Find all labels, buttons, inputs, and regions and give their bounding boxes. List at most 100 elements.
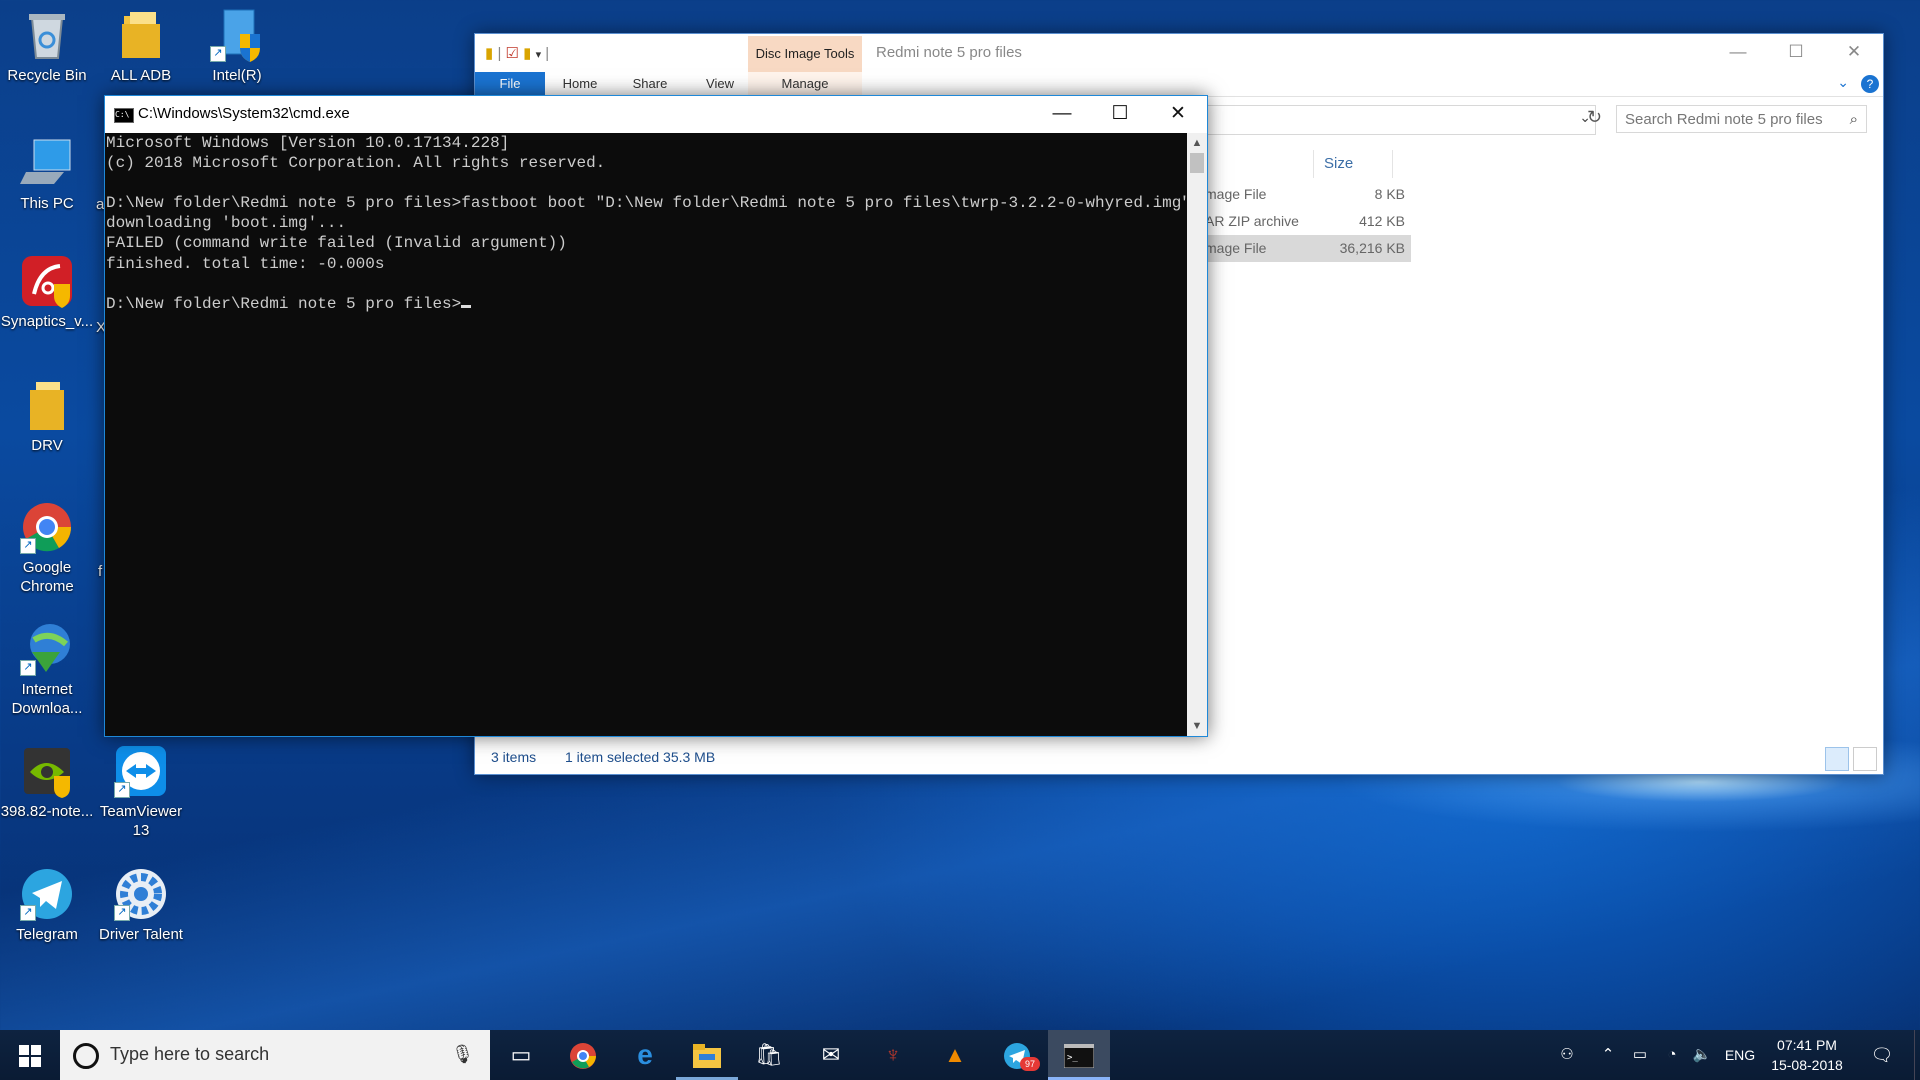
task-view-icon[interactable]: ▭: [490, 1030, 552, 1080]
svg-text:>_: >_: [1067, 1053, 1078, 1063]
synaptics-icon: [20, 254, 74, 308]
desktop-icon-telegram[interactable]: ↗ Telegram: [0, 867, 94, 944]
maximize-button[interactable]: ☐: [1767, 34, 1825, 70]
cmd-app-icon: C:\: [114, 108, 134, 123]
telegram-icon: ↗: [20, 867, 74, 921]
file-explorer-icon[interactable]: [676, 1030, 738, 1080]
mail-icon[interactable]: ✉: [800, 1030, 862, 1080]
driver-talent-icon: ↗: [114, 867, 168, 921]
properties-icon[interactable]: ☑: [506, 45, 519, 62]
volume-icon[interactable]: 🔈: [1688, 1030, 1716, 1080]
taskbar-chrome-icon[interactable]: [552, 1030, 614, 1080]
file-type: mage File: [1205, 240, 1267, 256]
scroll-down-arrow-icon[interactable]: ▼: [1187, 716, 1207, 736]
desktop-icon-label: This PC: [20, 195, 74, 212]
tab-share[interactable]: Share: [615, 72, 685, 96]
desktop-icon-synaptics[interactable]: Synaptics_v...: [0, 254, 94, 331]
cmd-titlebar[interactable]: C:\ C:\Windows\System32\cmd.exe — ☐ ✕: [105, 96, 1207, 133]
minimize-button[interactable]: —: [1709, 34, 1767, 70]
desktop-icon-internet-download-manager[interactable]: ↗ Internet Downloa...: [0, 622, 94, 718]
new-folder-icon[interactable]: ▮: [523, 45, 531, 62]
shortcut-arrow-icon: ↗: [114, 905, 130, 921]
console-output[interactable]: Microsoft Windows [Version 10.0.17134.22…: [105, 133, 1186, 736]
file-row-selected[interactable]: mage File 36,216 KB: [1205, 235, 1411, 262]
console-line: downloading 'boot.img'...: [106, 214, 347, 233]
desktop-icon-label: 398.82-note...: [0, 803, 94, 820]
details-view-icon[interactable]: [1825, 747, 1849, 771]
predator-icon[interactable]: ♆: [862, 1030, 924, 1080]
console-prompt-line[interactable]: D:\New folder\Redmi note 5 pro files>: [106, 294, 1186, 314]
search-placeholder: Type here to search: [110, 1044, 270, 1064]
desktop-icon-this-pc[interactable]: This PC: [0, 136, 94, 213]
clock[interactable]: 07:41 PM 15-08-2018: [1762, 1035, 1852, 1075]
teamviewer-icon: ↗: [114, 744, 168, 798]
taskbar-search-box[interactable]: Type here to search 🎙: [60, 1030, 490, 1080]
desktop-icon-teamviewer[interactable]: ↗ TeamViewer 13: [94, 744, 188, 840]
explorer-titlebar[interactable]: ▮ | ☑ ▮ ▾ | Disc Image Tools Redmi note …: [475, 34, 1883, 72]
people-icon[interactable]: ⚇: [1552, 1030, 1582, 1080]
shortcut-arrow-icon: ↗: [20, 660, 36, 676]
close-button[interactable]: ✕: [1149, 96, 1207, 132]
help-icon[interactable]: ?: [1861, 75, 1879, 93]
action-center-icon[interactable]: 🗨: [1864, 1030, 1900, 1080]
tab-file[interactable]: File: [475, 72, 545, 96]
microphone-icon[interactable]: 🎙: [451, 1044, 474, 1065]
start-button[interactable]: [0, 1030, 60, 1080]
edge-icon[interactable]: e: [614, 1030, 676, 1080]
column-header-size[interactable]: Size: [1313, 150, 1393, 178]
file-size: 36,216 KB: [1339, 240, 1405, 256]
vlc-icon[interactable]: ▲: [924, 1030, 986, 1080]
nvidia-icon: [20, 744, 74, 798]
desktop-icon-recycle-bin[interactable]: Recycle Bin: [0, 8, 94, 85]
clock-time: 07:41 PM: [1777, 1037, 1837, 1053]
window-title: C:\Windows\System32\cmd.exe: [138, 105, 350, 122]
wifi-icon[interactable]: ◔: [1658, 1030, 1686, 1080]
customize-toolbar-icon[interactable]: ▾: [536, 49, 542, 61]
tab-home[interactable]: Home: [545, 72, 615, 96]
desktop-icon-driver-talent[interactable]: ↗ Driver Talent: [94, 867, 188, 944]
cmd-window[interactable]: C:\ C:\Windows\System32\cmd.exe — ☐ ✕ Mi…: [104, 95, 1208, 737]
minimize-button[interactable]: —: [1033, 96, 1091, 132]
desktop-icon-drv[interactable]: DRV: [0, 378, 94, 455]
desktop-icon-nvidia-driver[interactable]: 398.82-note...: [0, 744, 94, 821]
status-bar: 3 items 1 item selected 35.3 MB: [475, 740, 1883, 774]
cmd-icon[interactable]: >_: [1048, 1030, 1110, 1080]
file-size: 412 KB: [1359, 213, 1405, 229]
status-selection: 1 item selected 35.3 MB: [565, 749, 716, 765]
refresh-icon[interactable]: ↻: [1587, 107, 1602, 128]
search-input[interactable]: Search Redmi note 5 pro files ⌕: [1616, 105, 1867, 133]
vertical-scrollbar[interactable]: ▲ ▼: [1187, 133, 1207, 736]
store-icon[interactable]: 🛍: [738, 1030, 800, 1080]
maximize-button[interactable]: ☐: [1091, 96, 1149, 132]
windows-logo-icon: [19, 1045, 41, 1068]
status-item-count: 3 items: [491, 749, 537, 765]
tab-view[interactable]: View: [685, 72, 755, 96]
console-line: (c) 2018 Microsoft Corporation. All righ…: [106, 154, 606, 173]
large-icons-view-icon[interactable]: [1853, 747, 1877, 771]
scrollbar-thumb[interactable]: [1190, 153, 1204, 173]
tab-manage[interactable]: Manage: [748, 72, 862, 96]
taskbar-telegram-icon[interactable]: 97: [986, 1030, 1048, 1080]
quick-access-toolbar[interactable]: ▮ | ☑ ▮ ▾ |: [485, 44, 549, 62]
desktop-icon-all-adb[interactable]: ALL ADB: [94, 8, 188, 85]
desktop-icon-google-chrome[interactable]: ↗ Google Chrome: [0, 500, 94, 596]
desktop-icon-intel[interactable]: ↗ Intel(R): [190, 8, 284, 85]
expand-ribbon-icon[interactable]: ⌄: [1837, 74, 1849, 91]
file-row[interactable]: mage File 8 KB: [1205, 181, 1411, 208]
show-desktop-button[interactable]: [1914, 1030, 1920, 1080]
battery-icon[interactable]: ▭: [1626, 1030, 1654, 1080]
language-indicator[interactable]: ENG: [1720, 1030, 1760, 1080]
scroll-up-arrow-icon[interactable]: ▲: [1187, 133, 1207, 153]
console-prompt: D:\New folder\Redmi note 5 pro files>: [106, 294, 462, 313]
cortana-icon: [73, 1043, 99, 1069]
context-tab-disc-image-tools: Disc Image Tools: [748, 36, 862, 72]
address-bar[interactable]: ⌄: [1207, 105, 1596, 135]
show-hidden-icons-icon[interactable]: ⌃: [1596, 1030, 1620, 1080]
close-button[interactable]: ✕: [1825, 34, 1883, 70]
text-cursor: [461, 304, 472, 308]
folder-icon[interactable]: ▮: [485, 45, 493, 62]
clock-date: 15-08-2018: [1771, 1057, 1843, 1073]
folder-icon: [20, 378, 74, 432]
file-row[interactable]: AR ZIP archive 412 KB: [1205, 208, 1411, 235]
